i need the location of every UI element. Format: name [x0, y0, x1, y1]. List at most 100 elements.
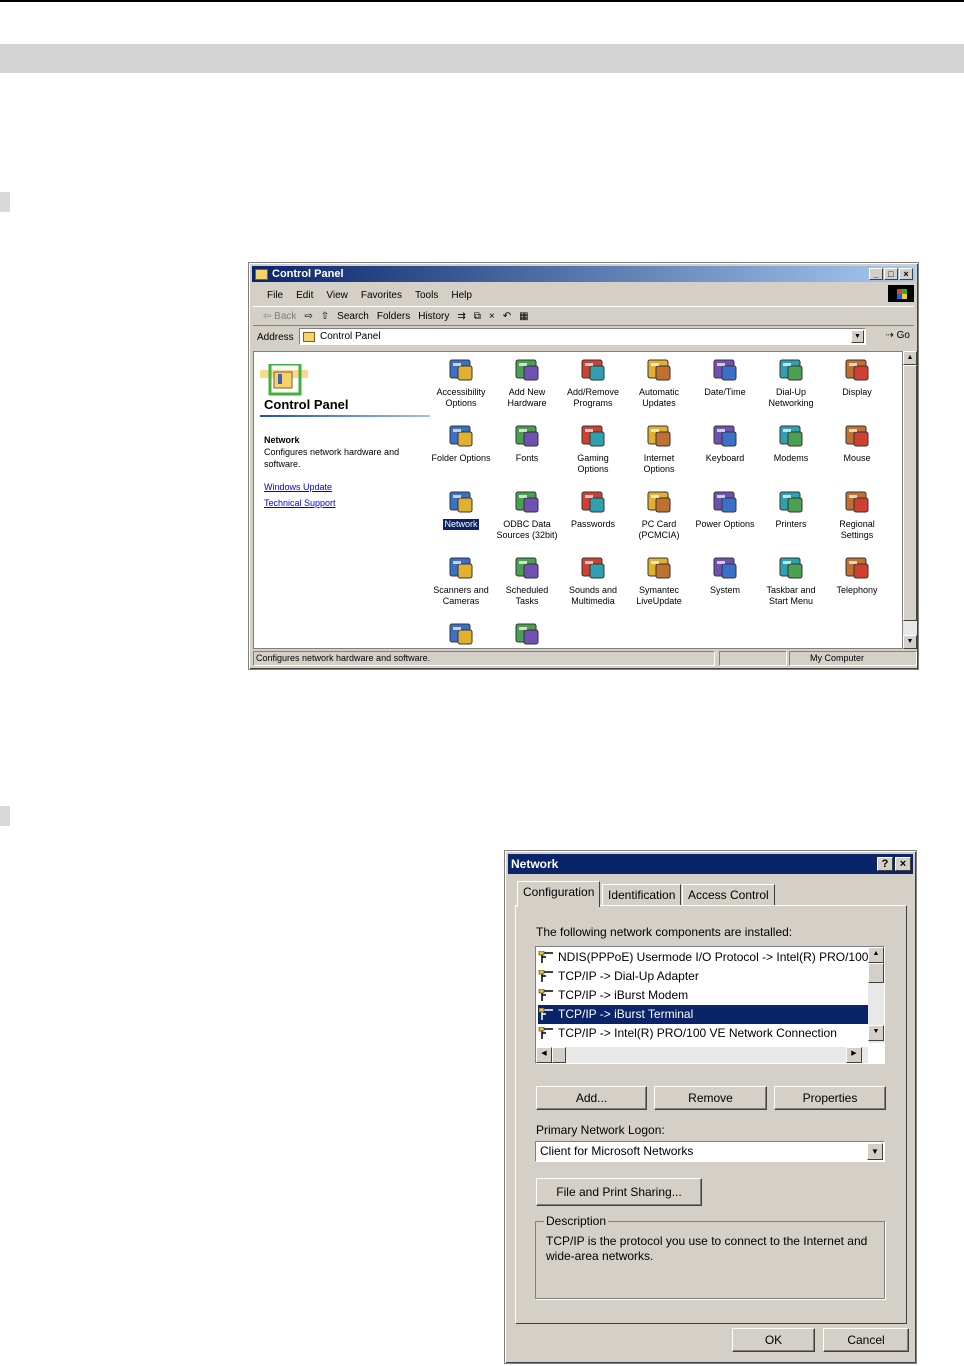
menu-tools[interactable]: Tools: [415, 290, 438, 301]
window-titlebar: Control Panel _ □ ×: [252, 266, 915, 282]
cp-item[interactable]: Mouse: [824, 422, 890, 464]
add-button[interactable]: Add...: [536, 1086, 647, 1110]
list-item[interactable]: NDIS(PPPoE) Usermode I/O Protocol -> Int…: [538, 948, 868, 967]
cp-item[interactable]: Keyboard: [692, 422, 758, 464]
search-button[interactable]: Search: [337, 311, 369, 322]
address-dropdown-icon[interactable]: ▼: [851, 330, 864, 343]
move-to-icon[interactable]: ⇉: [457, 311, 465, 322]
help-button[interactable]: ?: [877, 857, 893, 871]
tab-identification[interactable]: Identification: [602, 884, 682, 906]
list-item-label: TCP/IP -> Intel(R) PRO/100 VE Network Co…: [558, 1026, 837, 1040]
cp-item[interactable]: Gaming Options: [560, 422, 626, 475]
minimize-button[interactable]: _: [869, 268, 883, 280]
list-scroll-thumb[interactable]: [868, 963, 884, 983]
cp-item[interactable]: Add/Remove Programs: [560, 356, 626, 409]
list-item[interactable]: TCP/IP -> Intel(R) PRO/100 VE Network Co…: [538, 1024, 868, 1043]
list-scroll-right-icon[interactable]: ▶: [846, 1047, 862, 1063]
undo-icon[interactable]: ↶: [503, 311, 511, 322]
cp-item[interactable]: Power Options: [692, 488, 758, 530]
cp-item[interactable]: Fonts: [494, 422, 560, 464]
go-button[interactable]: ⇢ Go: [885, 330, 910, 341]
list-item[interactable]: TCP/IP -> Dial-Up Adapter: [538, 967, 868, 986]
views-icon[interactable]: ▦: [519, 311, 528, 322]
cp-item[interactable]: Scanners and Cameras: [428, 554, 494, 607]
cp-item-label: Modems: [773, 453, 809, 463]
menu-view[interactable]: View: [326, 290, 348, 301]
cp-item[interactable]: ODBC Data Sources (32bit): [494, 488, 560, 541]
scroll-thumb[interactable]: [903, 365, 917, 621]
cp-item[interactable]: Printers: [758, 488, 824, 530]
forward-button[interactable]: ⇨: [304, 311, 312, 322]
menu-edit[interactable]: Edit: [296, 290, 313, 301]
list-hscroll-thumb[interactable]: [552, 1047, 566, 1063]
cp-item[interactable]: Taskbar and Start Menu: [758, 554, 824, 607]
maximize-button[interactable]: □: [884, 268, 898, 280]
vertical-scrollbar[interactable]: ▲ ▼: [903, 351, 917, 649]
address-input[interactable]: Control Panel ▼: [299, 328, 866, 345]
primary-logon-select[interactable]: Client for Microsoft Networks ▼: [535, 1141, 885, 1162]
cp-item[interactable]: Folder Options: [428, 422, 494, 464]
folders-button[interactable]: Folders: [377, 311, 410, 322]
components-listbox[interactable]: NDIS(PPPoE) Usermode I/O Protocol -> Int…: [535, 946, 885, 1064]
close-button[interactable]: ×: [899, 268, 913, 280]
status-bar: Configures network hardware and software…: [253, 651, 917, 667]
date-time-icon: [710, 356, 740, 384]
cp-item[interactable]: Telephony: [824, 554, 890, 596]
cp-item[interactable]: Dial-Up Networking: [758, 356, 824, 409]
list-item-label: TCP/IP -> iBurst Modem: [558, 988, 689, 1002]
list-vertical-scrollbar[interactable]: ▲ ▼: [868, 947, 884, 1043]
cp-item[interactable]: Scheduled Tasks: [494, 554, 560, 607]
menu-favorites[interactable]: Favorites: [361, 290, 402, 301]
list-scroll-down-icon[interactable]: ▼: [868, 1025, 884, 1041]
scroll-up-icon[interactable]: ▲: [903, 351, 917, 365]
list-scroll-left-icon[interactable]: ◀: [536, 1047, 552, 1063]
list-item[interactable]: TCP/IP -> iBurst Modem: [538, 986, 868, 1005]
ok-button[interactable]: OK: [732, 1328, 815, 1352]
list-scroll-up-icon[interactable]: ▲: [868, 947, 884, 963]
cp-item[interactable]: Add New Hardware: [494, 356, 560, 409]
cp-item[interactable]: Modems: [758, 422, 824, 464]
network-icon: [446, 488, 476, 516]
cp-item[interactable]: Network: [428, 488, 494, 530]
tab-access-control[interactable]: Access Control: [682, 884, 775, 906]
tab-configuration[interactable]: Configuration: [517, 881, 601, 907]
logon-dropdown-icon[interactable]: ▼: [867, 1143, 883, 1160]
cp-item-label: Keyboard: [705, 453, 745, 463]
cp-item[interactable]: Date/Time: [692, 356, 758, 398]
scroll-down-icon[interactable]: ▼: [903, 635, 917, 649]
menu-help[interactable]: Help: [451, 290, 472, 301]
up-button[interactable]: ⇧: [321, 311, 329, 322]
cancel-button[interactable]: Cancel: [823, 1328, 909, 1352]
file-print-sharing-button[interactable]: File and Print Sharing...: [536, 1178, 702, 1206]
cp-item[interactable]: PC Card (PCMCIA): [626, 488, 692, 541]
cp-item[interactable]: Internet Options: [626, 422, 692, 475]
cp-item[interactable]: Display: [824, 356, 890, 398]
pane-divider: [260, 415, 430, 417]
header-band: [0, 44, 964, 73]
dialog-close-button[interactable]: ×: [895, 857, 911, 871]
list-horizontal-scrollbar[interactable]: ◀ ▶: [536, 1047, 868, 1063]
cp-item[interactable]: Symantec LiveUpdate: [626, 554, 692, 607]
cp-item[interactable]: Sounds and Multimedia: [560, 554, 626, 607]
cp-item[interactable]: [428, 620, 494, 648]
properties-button[interactable]: Properties: [774, 1086, 886, 1110]
cp-item[interactable]: System: [692, 554, 758, 596]
cp-item[interactable]: Passwords: [560, 488, 626, 530]
internet-options-icon: [644, 422, 674, 450]
remove-button[interactable]: Remove: [654, 1086, 767, 1110]
list-item[interactable]: TCP/IP -> iBurst Terminal: [538, 1005, 868, 1024]
windows-update-link[interactable]: Windows Update: [264, 482, 332, 492]
cp-item[interactable]: [494, 620, 560, 648]
cp-item[interactable]: Regional Settings: [824, 488, 890, 541]
back-button[interactable]: ⇦ Back: [263, 311, 296, 322]
copy-to-icon[interactable]: ⧉: [474, 311, 481, 322]
technical-support-link[interactable]: Technical Support: [264, 498, 336, 508]
cp-item[interactable]: Accessibility Options: [428, 356, 494, 409]
pc-card-icon: [644, 488, 674, 516]
cp-item[interactable]: Automatic Updates: [626, 356, 692, 409]
control-panel-folder-icon: [255, 268, 268, 280]
menu-file[interactable]: File: [267, 290, 283, 301]
telephony-icon: [842, 554, 872, 582]
delete-icon[interactable]: ×: [489, 311, 495, 322]
history-button[interactable]: History: [418, 311, 449, 322]
